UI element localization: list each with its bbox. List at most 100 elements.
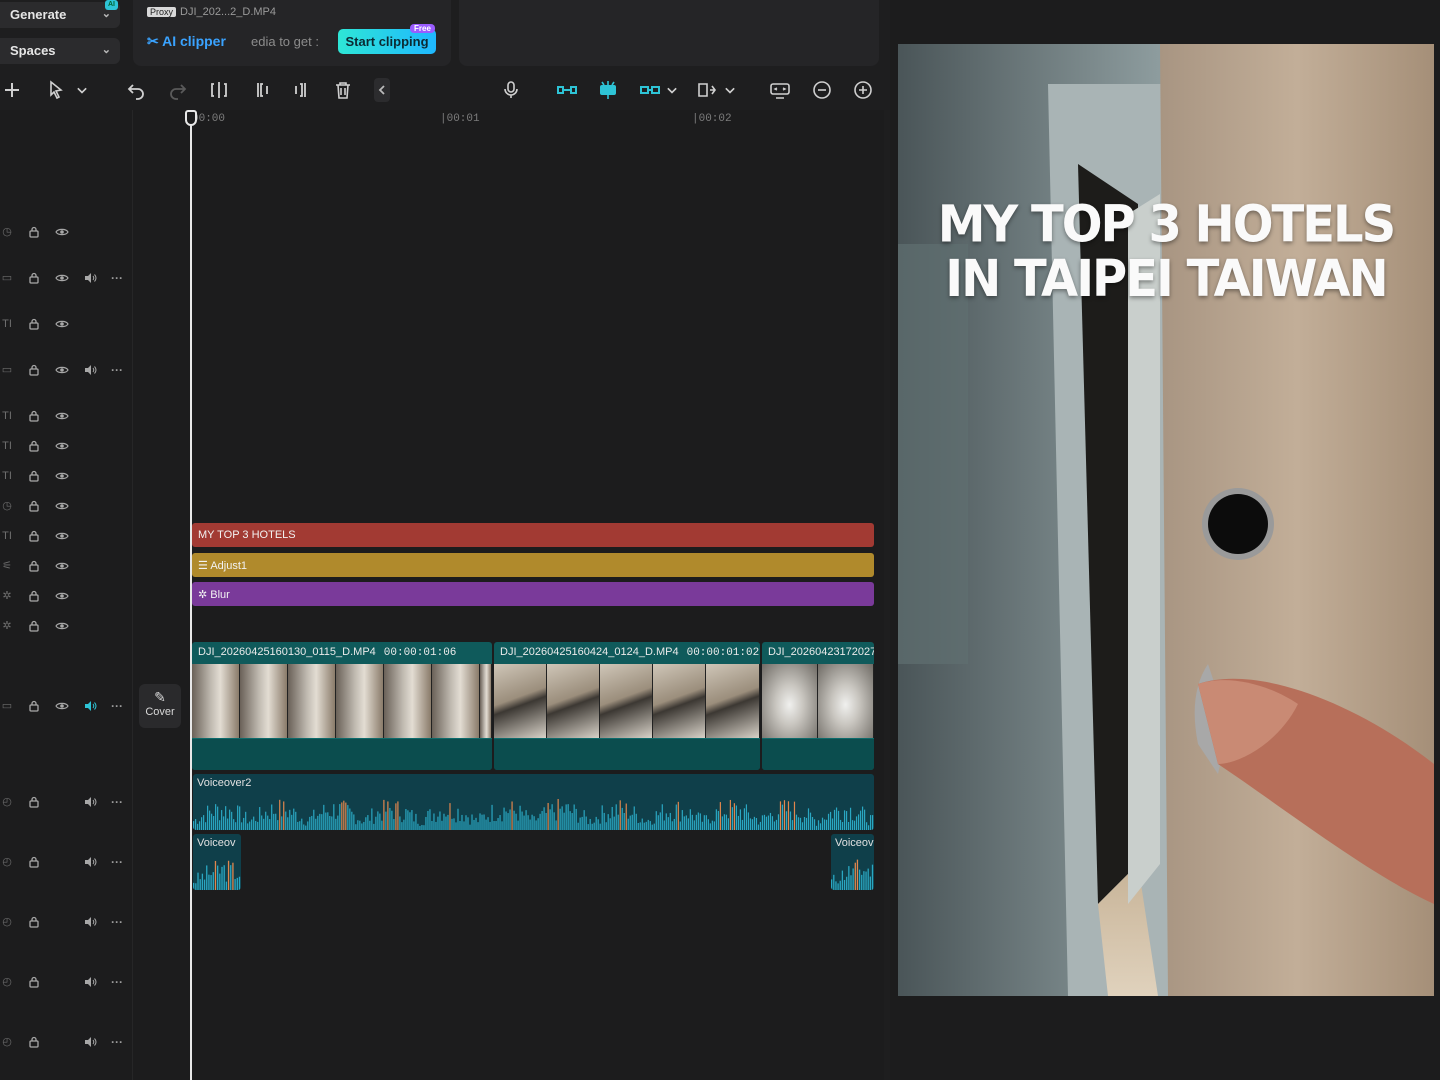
- eye-icon[interactable]: [55, 559, 69, 573]
- time-ruler[interactable]: 00:00 |00:01 |00:02: [192, 110, 884, 128]
- spaces-button[interactable]: Spaces ⌄: [0, 38, 120, 64]
- eye-icon[interactable]: [55, 271, 69, 285]
- lock-icon[interactable]: [27, 271, 41, 285]
- ai-clipper-button[interactable]: ✂ AI clipper: [147, 33, 226, 50]
- lock-icon[interactable]: [27, 499, 41, 513]
- volume-icon[interactable]: [83, 699, 97, 713]
- volume-icon[interactable]: [83, 1035, 97, 1049]
- waveform-bar: [221, 810, 223, 830]
- media-file-row[interactable]: Proxy DJI_202...2_D.MP4: [147, 6, 276, 18]
- lock-icon[interactable]: [27, 589, 41, 603]
- waveform-bar: [757, 824, 760, 830]
- text-clip[interactable]: MY TOP 3 HOTELS: [192, 523, 874, 547]
- waveform-bar: [613, 816, 615, 830]
- eye-icon[interactable]: [55, 317, 69, 331]
- eye-icon[interactable]: [55, 439, 69, 453]
- chevron-down-icon[interactable]: [662, 78, 682, 102]
- more-options-icon[interactable]: ···: [110, 855, 124, 869]
- waveform-bar: [637, 823, 639, 830]
- lock-icon[interactable]: [27, 363, 41, 377]
- lock-icon[interactable]: [27, 439, 41, 453]
- collapse-left-icon[interactable]: [374, 78, 390, 102]
- effect-clip[interactable]: ✲ Blur: [192, 582, 874, 606]
- select-pointer-icon[interactable]: [44, 78, 68, 102]
- playhead-handle[interactable]: [185, 110, 197, 126]
- split-icon[interactable]: [207, 78, 231, 102]
- redo-icon[interactable]: [166, 78, 190, 102]
- microphone-icon[interactable]: [499, 78, 523, 102]
- timeline[interactable]: 00:00 |00:01 |00:02 ◷ ▭ ··· TI ▭ ··· TI TI TI ◷ TI…: [0, 110, 884, 1080]
- waveform-bar: [647, 819, 649, 830]
- lock-icon[interactable]: [27, 1035, 41, 1049]
- lock-icon[interactable]: [27, 529, 41, 543]
- main-video-track[interactable]: DJI_20260425160130_0115_D.MP4 00:00:01:06…: [192, 642, 874, 770]
- waveform-bar: [701, 821, 703, 830]
- cover-button[interactable]: ✎ Cover: [139, 684, 181, 728]
- lock-icon[interactable]: [27, 225, 41, 239]
- lock-icon[interactable]: [27, 795, 41, 809]
- add-icon[interactable]: [0, 78, 24, 102]
- lock-icon[interactable]: [27, 559, 41, 573]
- voiceover-clip[interactable]: Voiceover2: [193, 774, 874, 830]
- lock-icon[interactable]: [27, 915, 41, 929]
- eye-icon[interactable]: [55, 589, 69, 603]
- video-clip[interactable]: DJI_20260425160130_0115_D.MP4 00:00:01:06: [192, 642, 492, 770]
- zoom-in-icon[interactable]: [851, 78, 875, 102]
- undo-icon[interactable]: [124, 78, 148, 102]
- video-preview[interactable]: [898, 44, 1434, 996]
- video-clip[interactable]: DJI_20260423172027: [762, 642, 874, 770]
- more-options-icon[interactable]: ···: [110, 363, 124, 377]
- lock-icon[interactable]: [27, 409, 41, 423]
- waveform-bar: [203, 879, 206, 890]
- volume-icon[interactable]: [83, 363, 97, 377]
- eye-icon[interactable]: [55, 409, 69, 423]
- eye-icon[interactable]: [55, 225, 69, 239]
- overlay-title[interactable]: MY TOP 3 HOTELS IN TAIPEI TAIWAN: [898, 197, 1434, 306]
- volume-icon[interactable]: [83, 271, 97, 285]
- eye-icon[interactable]: [55, 699, 69, 713]
- eye-icon[interactable]: [55, 619, 69, 633]
- linkage-icon[interactable]: [638, 78, 662, 102]
- trim-right-icon[interactable]: [290, 78, 314, 102]
- zoom-out-icon[interactable]: [810, 78, 834, 102]
- chevron-down-icon[interactable]: [72, 78, 92, 102]
- trim-left-icon[interactable]: [249, 78, 273, 102]
- volume-icon[interactable]: [83, 975, 97, 989]
- waveform-bar: [297, 821, 299, 830]
- volume-icon[interactable]: [83, 795, 97, 809]
- waveform-bar: [683, 816, 685, 830]
- video-clip[interactable]: DJI_20260425160424_0124_D.MP4 00:00:01:02: [494, 642, 760, 770]
- lock-icon[interactable]: [27, 469, 41, 483]
- fit-timeline-icon[interactable]: [768, 78, 792, 102]
- lock-icon[interactable]: [27, 975, 41, 989]
- more-options-icon[interactable]: ···: [110, 1035, 124, 1049]
- more-options-icon[interactable]: ···: [110, 795, 124, 809]
- volume-icon[interactable]: [83, 855, 97, 869]
- chevron-down-icon[interactable]: [720, 78, 740, 102]
- eye-icon[interactable]: [55, 529, 69, 543]
- generate-button[interactable]: Generate ⌄ AI: [0, 0, 120, 28]
- audio-track-icon: ◴: [2, 916, 12, 928]
- more-options-icon[interactable]: ···: [110, 699, 124, 713]
- more-options-icon[interactable]: ···: [110, 271, 124, 285]
- waveform-bar: [809, 812, 812, 830]
- lock-icon[interactable]: [27, 699, 41, 713]
- magnet-link-icon[interactable]: [555, 78, 579, 102]
- delete-icon[interactable]: [331, 78, 355, 102]
- lock-icon[interactable]: [27, 317, 41, 331]
- eye-icon[interactable]: [55, 469, 69, 483]
- playhead[interactable]: [190, 110, 192, 1080]
- lock-icon[interactable]: [27, 619, 41, 633]
- voiceover-clip[interactable]: Voiceov: [831, 834, 874, 890]
- adjustment-clip[interactable]: ☰ Adjust1: [192, 553, 874, 577]
- more-options-icon[interactable]: ···: [110, 975, 124, 989]
- auto-snap-icon[interactable]: [596, 78, 620, 102]
- eye-icon[interactable]: [55, 499, 69, 513]
- lock-icon[interactable]: [27, 855, 41, 869]
- eye-icon[interactable]: [55, 363, 69, 377]
- more-options-icon[interactable]: ···: [110, 915, 124, 929]
- volume-icon[interactable]: [83, 915, 97, 929]
- voiceover-clip[interactable]: Voiceov: [193, 834, 241, 890]
- waveform-bar: [343, 800, 345, 830]
- preview-axis-icon[interactable]: [695, 78, 719, 102]
